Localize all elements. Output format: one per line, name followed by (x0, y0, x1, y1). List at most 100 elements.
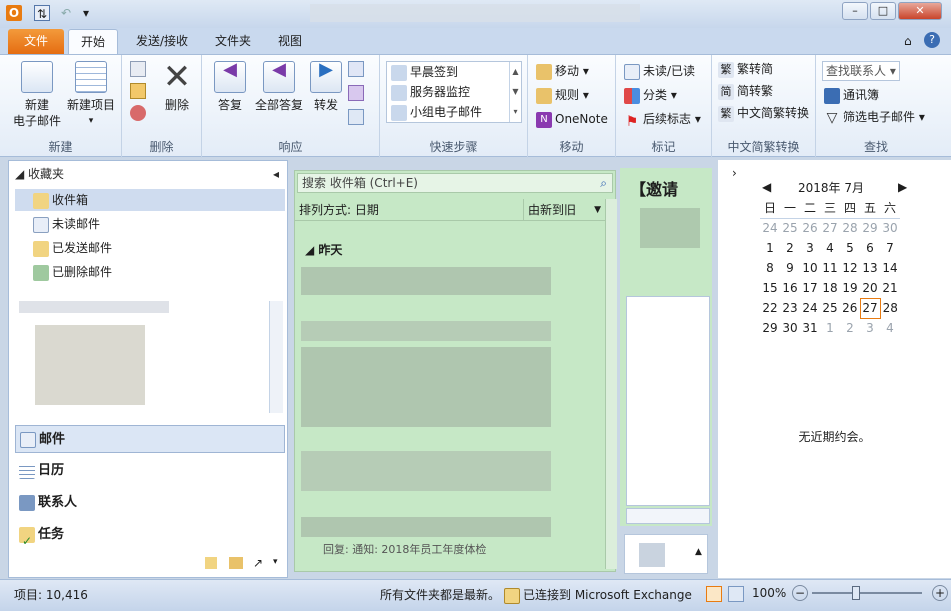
folder-deleted[interactable]: 已删除邮件 (15, 261, 285, 283)
cleanup-icon[interactable] (130, 83, 146, 99)
reply-all-button[interactable]: ◀ 全部答复 (250, 59, 308, 113)
calendar-day[interactable]: 3 (860, 318, 880, 338)
calendar-day[interactable]: 3 (800, 238, 820, 258)
new-items-button[interactable]: 新建项目 ▾ (62, 59, 120, 129)
gallery-scroll[interactable]: ▲ ▼ ▾ (509, 62, 521, 122)
calendar-day[interactable]: 13 (860, 258, 880, 278)
zoom-level[interactable]: 100% (752, 586, 786, 600)
calendar-day[interactable]: 1 (820, 318, 840, 338)
calendar-day[interactable]: 15 (760, 278, 780, 298)
calendar-day[interactable]: 6 (860, 238, 880, 258)
forward-button[interactable]: ▶ 转发 (306, 59, 346, 113)
ignore-icon[interactable] (130, 61, 146, 77)
calendar-day[interactable]: 27 (820, 218, 840, 238)
calendar-day[interactable]: 11 (820, 258, 840, 278)
followup-button[interactable]: ⚑ 后续标志 ▾ (624, 109, 701, 130)
calendar-day[interactable]: 24 (800, 298, 820, 318)
sort-by-label[interactable]: 排列方式: 日期 (299, 203, 379, 217)
folder-unread[interactable]: 未读邮件 (15, 213, 285, 235)
tab-folder[interactable]: 文件夹 (206, 29, 260, 54)
quickstep-item[interactable]: 小组电子邮件 (391, 102, 482, 122)
close-button[interactable]: ✕ (898, 2, 942, 20)
prev-month-icon[interactable]: ◀ (762, 180, 771, 194)
help-icon[interactable]: ⌂ (904, 34, 912, 48)
calendar-day[interactable]: 17 (800, 278, 820, 298)
customize-toolbar-icon[interactable]: ▾ (78, 5, 94, 21)
unread-read-button[interactable]: 未读/已读 (624, 61, 695, 81)
calendar-day[interactable]: 1 (760, 238, 780, 258)
calendar-day[interactable]: 25 (820, 298, 840, 318)
reading-view-icon[interactable] (728, 586, 744, 602)
nav-mail[interactable]: 邮件 (15, 425, 285, 453)
calendar-day[interactable]: 8 (760, 258, 780, 278)
calendar-day[interactable]: 28 (840, 218, 860, 238)
nav-calendar[interactable]: 日历 (15, 457, 285, 485)
rules-button[interactable]: 规则 ▾ (536, 85, 589, 105)
s2t-button[interactable]: 简简转繁 (718, 81, 773, 101)
delete-button[interactable]: ✕ 删除 (158, 59, 196, 113)
calendar-day[interactable]: 10 (800, 258, 820, 278)
zoom-slider-thumb[interactable] (852, 586, 860, 600)
calendar-day[interactable]: 21 (880, 278, 900, 298)
filter-email-button[interactable]: ▽ 筛选电子邮件 ▾ (824, 107, 925, 127)
reply-button[interactable]: ◀ 答复 (210, 59, 250, 113)
address-book-button[interactable]: 通讯簿 (824, 85, 879, 105)
im-icon[interactable] (348, 85, 364, 101)
minimize-button[interactable]: – (842, 2, 868, 20)
calendar-day[interactable]: 18 (820, 278, 840, 298)
new-mail-button[interactable]: 新建 电子邮件 (8, 59, 66, 129)
tab-home[interactable]: 开始 (68, 29, 118, 54)
calendar-day[interactable]: 24 (760, 218, 780, 238)
calendar-today[interactable]: 27 (859, 297, 881, 319)
calendar-day[interactable]: 4 (880, 318, 900, 338)
message-items-blurred[interactable] (295, 261, 605, 553)
calendar-day[interactable]: 16 (780, 278, 800, 298)
search-icon[interactable]: ⌕ (600, 174, 607, 192)
send-receive-icon[interactable]: ⇅ (34, 5, 50, 21)
calendar-day[interactable]: 2 (780, 238, 800, 258)
calendar-day[interactable]: 22 (760, 298, 780, 318)
find-contact-input[interactable]: 查找联系人 ▾ (822, 61, 900, 81)
folder-scrollbar[interactable] (269, 301, 283, 413)
horizontal-scrollbar[interactable] (626, 508, 710, 524)
zoom-in-icon[interactable]: + (932, 585, 948, 601)
calendar-day[interactable]: 5 (840, 238, 860, 258)
list-scrollbar[interactable] (605, 199, 617, 569)
calendar-day[interactable]: 19 (840, 278, 860, 298)
notes-icon[interactable] (205, 557, 217, 569)
configure-buttons-icon[interactable]: ▾ (273, 557, 278, 567)
nav-tasks[interactable]: ✓ 任务 (15, 521, 285, 549)
folder-inbox[interactable]: 收件箱 (15, 189, 285, 211)
normal-view-icon[interactable] (706, 586, 722, 602)
calendar-day[interactable]: 25 (780, 218, 800, 238)
meeting-icon[interactable] (348, 61, 364, 77)
junk-icon[interactable] (130, 105, 146, 121)
calendar-day[interactable]: 23 (780, 298, 800, 318)
next-month-icon[interactable]: ▶ (898, 180, 907, 194)
folder-list-icon[interactable] (229, 557, 243, 569)
calendar-day[interactable]: 20 (860, 278, 880, 298)
t2s-button[interactable]: 繁繁转简 (718, 59, 773, 79)
shortcuts-icon[interactable]: ↗ (253, 556, 263, 570)
calendar-day[interactable]: 7 (880, 238, 900, 258)
search-input[interactable]: 搜索 收件箱 (Ctrl+E) ⌕ (297, 173, 613, 193)
sort-header[interactable]: 排列方式: 日期 由新到旧 ▼ (295, 199, 605, 221)
zoom-out-icon[interactable]: − (792, 585, 808, 601)
collapse-icon[interactable]: ◂ (273, 163, 279, 185)
group-header[interactable]: ◢ 昨天 (305, 241, 342, 258)
maximize-button[interactable]: □ (870, 2, 896, 20)
favorites-header[interactable]: ◢ 收藏夹 ◂ (15, 163, 285, 185)
calendar-day[interactable]: 12 (840, 258, 860, 278)
zoom-slider[interactable] (812, 592, 922, 594)
calendar-day[interactable]: 30 (880, 218, 900, 238)
convert-button[interactable]: 繁中文简繁转换 (718, 103, 809, 123)
exchange-status[interactable]: 已连接到 Microsoft Exchange (504, 586, 692, 604)
calendar-day[interactable]: 26 (840, 298, 860, 318)
calendar-day[interactable]: 30 (780, 318, 800, 338)
quickstep-item[interactable]: 服务器监控 (391, 82, 470, 102)
more-respond-icon[interactable] (348, 109, 364, 125)
calendar-day[interactable]: 4 (820, 238, 840, 258)
calendar-day[interactable]: 14 (880, 258, 900, 278)
calendar-day[interactable]: 29 (860, 218, 880, 238)
nav-contacts[interactable]: 联系人 (15, 489, 285, 517)
